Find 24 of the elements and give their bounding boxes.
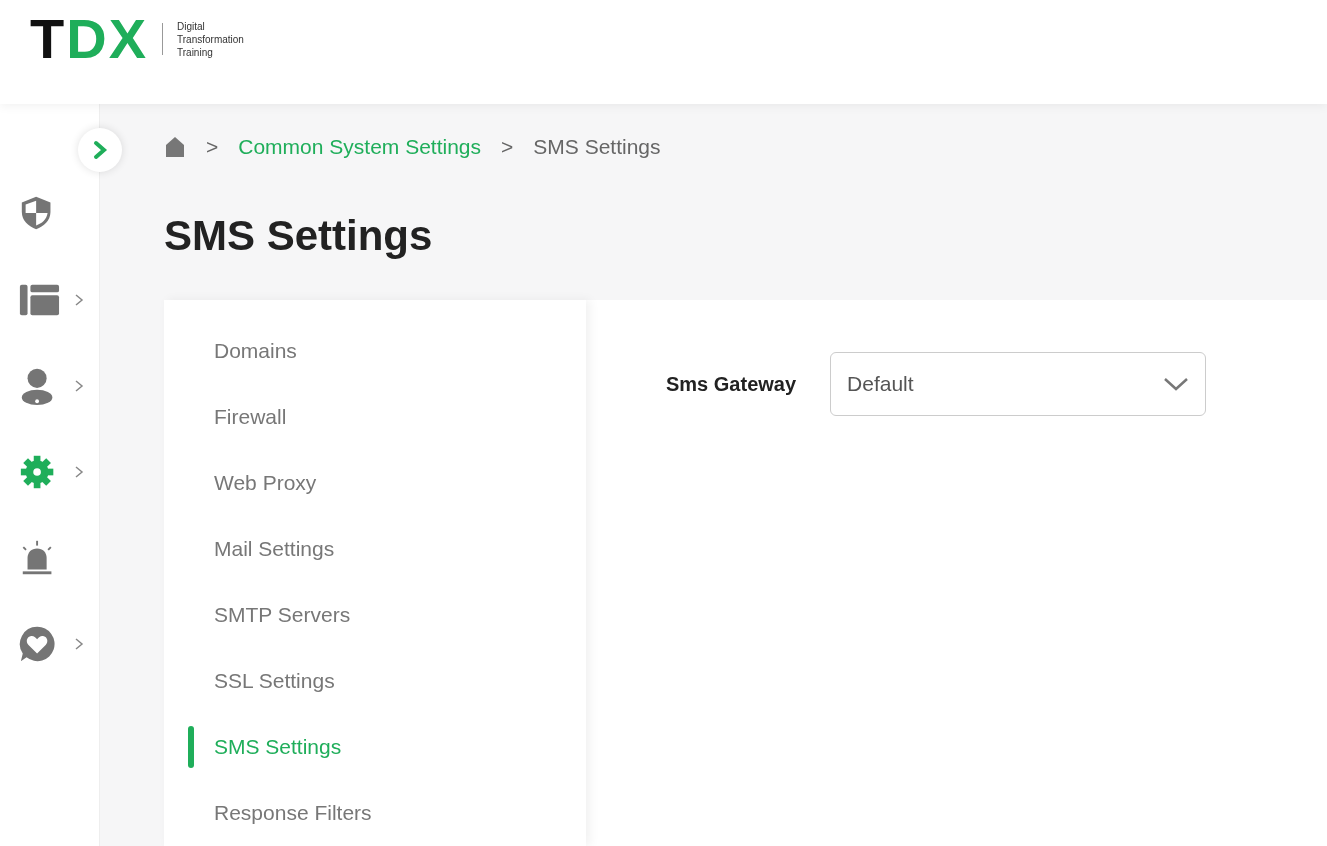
- breadcrumb-separator: >: [206, 135, 219, 159]
- gateway-dropdown[interactable]: Default: [830, 352, 1207, 416]
- settings-menu-item[interactable]: Web Proxy: [164, 450, 586, 516]
- field-label: Sms Gateway: [666, 372, 797, 396]
- settings-menu-item[interactable]: SSL Settings: [164, 648, 586, 714]
- home-icon[interactable]: [164, 136, 186, 158]
- logo-tagline: Training: [177, 45, 214, 59]
- breadcrumb-separator: >: [501, 135, 514, 159]
- settings-menu-item[interactable]: Firewall: [164, 384, 586, 450]
- settings-menu-item[interactable]: Mail Settings: [164, 516, 586, 582]
- logo-tagline: Transformation: [177, 32, 244, 46]
- logo-tagline: Digital: [177, 19, 206, 33]
- chevron-down-icon: [1163, 376, 1190, 392]
- settings-menu-item[interactable]: Response Filters: [164, 780, 586, 846]
- logo-wordmark: TDX: [30, 11, 148, 67]
- chevron-icon: [92, 140, 108, 160]
- settings-menu-item[interactable]: SMTP Servers: [164, 582, 586, 648]
- breadcrumb-current: SMS Settings: [533, 135, 661, 159]
- page-title: SMS Settings: [164, 212, 434, 260]
- settings-menu-item[interactable]: SMS Settings: [164, 714, 586, 780]
- sidebar-nav-item[interactable]: [18, 624, 84, 664]
- breadcrumb-link[interactable]: Common System Settings: [238, 135, 482, 159]
- sidebar-toggle-button[interactable]: [78, 128, 122, 172]
- settings-menu-item[interactable]: Domains: [164, 318, 586, 384]
